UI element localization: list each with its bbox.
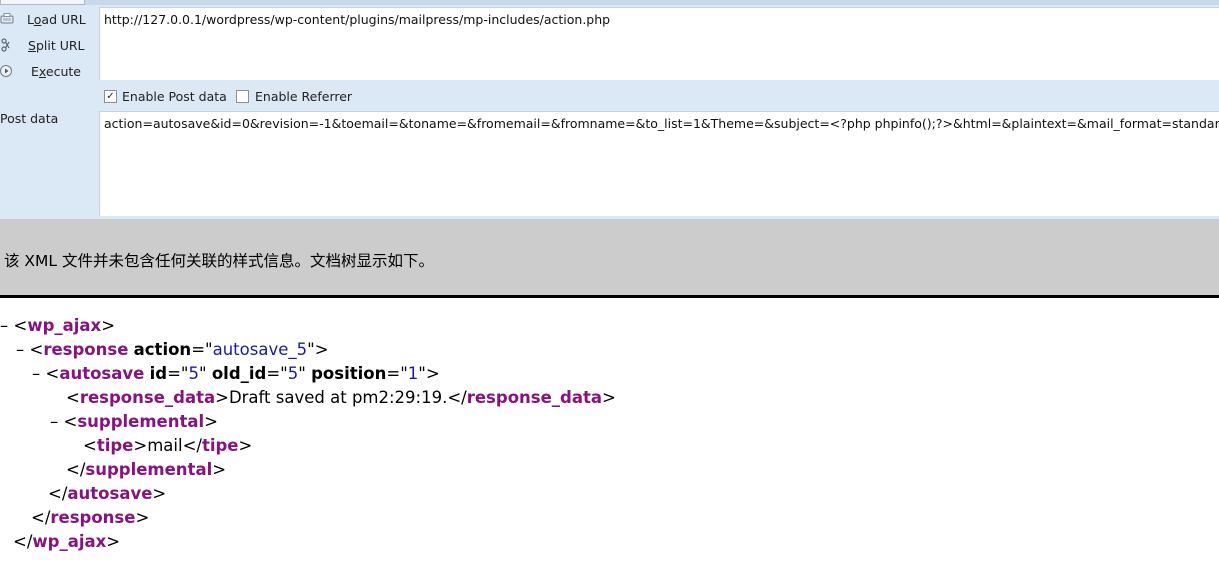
xml-notice-text: 该 XML 文件并未包含任何关联的样式信息。文档树显示如下。	[4, 252, 434, 270]
xml-attr-value: 1	[407, 364, 419, 383]
post-data-textarea[interactable]: action=autosave&id=0&revision=-1&toemail…	[99, 111, 1219, 216]
enable-post-data-label: Enable Post data	[122, 89, 227, 104]
xml-style-notice: 该 XML 文件并未包含任何关联的样式信息。文档树显示如下。	[0, 219, 1219, 295]
split-url-label: Split URL	[28, 38, 85, 53]
autosave-close-line: </autosave>	[48, 484, 167, 503]
split-url-button[interactable]: Split URL	[0, 35, 95, 57]
xml-attr-name: position	[311, 364, 387, 383]
wp-ajax-close-line: </wp_ajax>	[13, 532, 121, 551]
play-icon	[0, 64, 14, 78]
enable-referrer-label: Enable Referrer	[255, 89, 353, 104]
empty-checkbox-icon	[236, 90, 249, 103]
load-url-button[interactable]: Load URL	[0, 9, 95, 31]
xml-tag-name: wp_ajax	[32, 532, 107, 551]
url-text: http://127.0.0.1/wordpress/wp-content/pl…	[104, 12, 611, 27]
execute-label: Execute	[31, 64, 81, 79]
xml-tag-name: autosave	[67, 484, 153, 503]
hackbar-top-button[interactable]	[0, 0, 85, 5]
xml-attr-name: id	[149, 364, 168, 383]
xml-attr-name: old_id	[211, 364, 267, 383]
collapse-toggle[interactable]: –	[0, 316, 8, 335]
xml-attr-value: 5	[188, 364, 199, 383]
xml-tag-name: response_data	[466, 388, 603, 407]
autosave-open-line: – <autosave id="5" old_id="5" position="…	[32, 364, 440, 383]
xml-tag-name: response	[43, 340, 129, 359]
enable-post-data-checkbox[interactable]: ✓ Enable Post data	[104, 89, 234, 105]
xml-tag-name: supplemental	[77, 412, 205, 431]
split-url-icon	[0, 38, 14, 52]
response-data-text: Draft saved at pm2:29:19.	[228, 388, 448, 407]
collapse-toggle[interactable]: –	[50, 412, 58, 431]
response-close-line: </response>	[31, 508, 150, 527]
post-data-label: Post data	[0, 111, 59, 126]
url-textarea[interactable]: http://127.0.0.1/wordpress/wp-content/pl…	[99, 7, 1219, 80]
collapse-toggle[interactable]: –	[16, 340, 24, 359]
notice-divider	[0, 295, 1219, 298]
hackbar-panel: Load URL Split URL Execute http://127.0.…	[0, 0, 1219, 219]
xml-tag-name: tipe	[96, 436, 134, 455]
collapse-toggle[interactable]: –	[32, 364, 40, 383]
tipe-line: <tipe>mail</tipe>	[83, 436, 253, 455]
load-url-icon	[0, 12, 14, 26]
xml-attr-name: action	[133, 340, 192, 359]
xml-attr-value: autosave_5	[212, 340, 308, 359]
xml-tag-name: tipe	[201, 436, 239, 455]
load-url-label: Load URL	[27, 12, 86, 27]
tipe-text: mail	[147, 436, 183, 455]
response-open-line: – <response action="autosave_5">	[16, 340, 329, 359]
xml-tag-name: response	[50, 508, 136, 527]
enable-referrer-checkbox[interactable]: Enable Referrer	[236, 89, 356, 105]
xml-tag-name: response_data	[79, 388, 216, 407]
execute-button[interactable]: Execute	[0, 61, 95, 83]
hackbar-top-edge	[0, 0, 1219, 5]
xml-tag-name: supplemental	[85, 460, 213, 479]
wp-ajax-open-line: – <wp_ajax>	[0, 316, 116, 335]
xml-tag-name: wp_ajax	[27, 316, 102, 335]
response-data-line: <response_data>Draft saved at pm2:29:19.…	[66, 388, 616, 407]
supplemental-close-line: </supplemental>	[66, 460, 227, 479]
xml-attr-value: 5	[287, 364, 299, 383]
post-data-text: action=autosave&id=0&revision=-1&toemail…	[104, 116, 1219, 131]
checkmark-icon: ✓	[104, 90, 117, 103]
supplemental-open-line: – <supplemental>	[50, 412, 218, 431]
xml-tag-name: autosave	[59, 364, 145, 383]
